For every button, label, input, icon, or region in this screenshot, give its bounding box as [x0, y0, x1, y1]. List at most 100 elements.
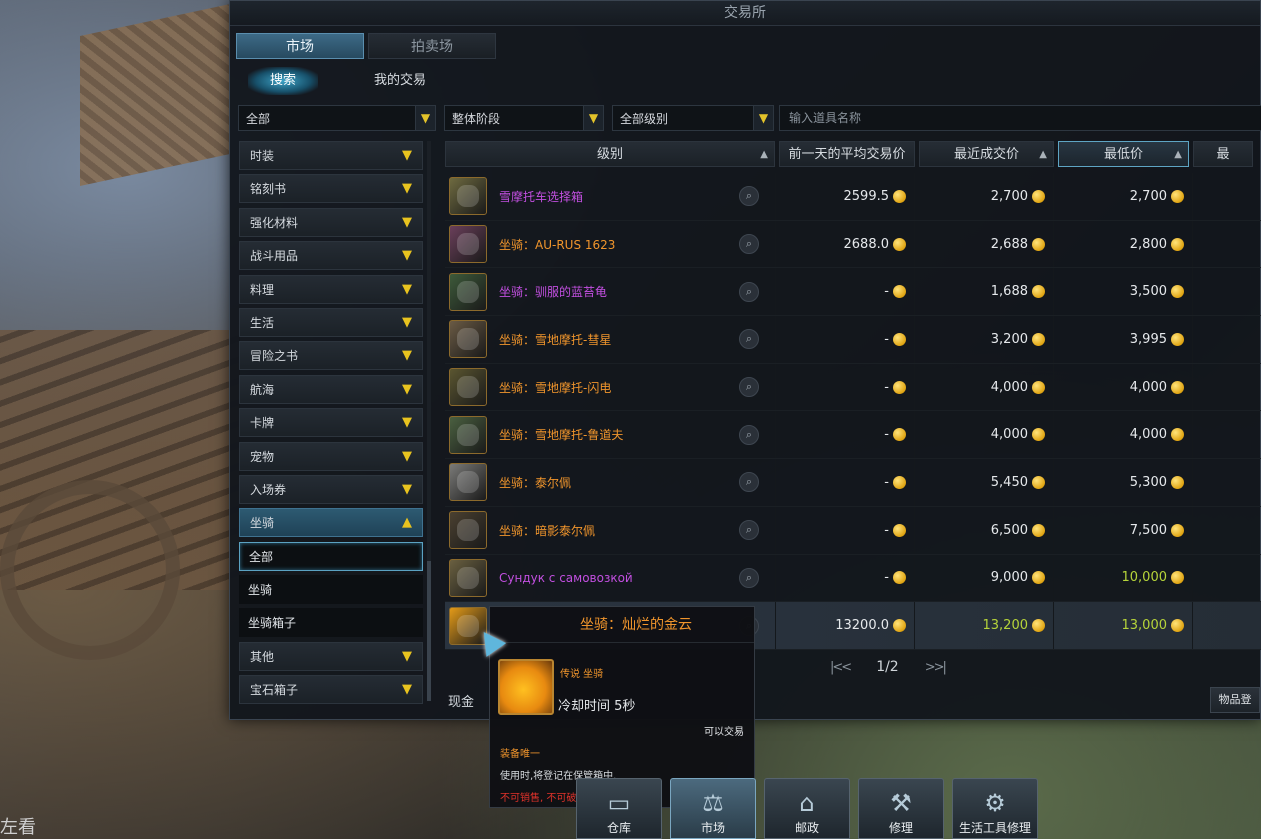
category-item[interactable]: 卡牌 ▼	[239, 408, 423, 438]
dock-button-anvil[interactable]: ⚒ 修理	[858, 778, 944, 839]
table-row[interactable]: Сундук с самовозкой ⌕ - 9,000 10,000	[445, 554, 1261, 603]
magnifier-icon[interactable]: ⌕	[739, 520, 759, 541]
header-recent-price[interactable]: 最近成交价 ▲	[919, 141, 1054, 167]
sort-arrow-icon: ▲	[1039, 149, 1047, 160]
dock-button-market[interactable]: ⚖ 市场	[670, 778, 756, 839]
magnifier-icon[interactable]: ⌕	[739, 567, 759, 588]
avg-price-cell: 2599.5	[775, 173, 914, 220]
category-item[interactable]: 强化材料 ▼	[239, 207, 423, 237]
category-dropdown-value: 全部	[246, 111, 271, 126]
category-item[interactable]: 其他 ▼	[239, 641, 423, 671]
category-item[interactable]: 铭刻书 ▼	[239, 174, 423, 204]
item-cell: 坐骑：驯服的蓝苔龟 ⌕	[445, 268, 775, 315]
category-item[interactable]: 入场券 ▼	[239, 474, 423, 504]
recent-price-cell: 4,000	[914, 363, 1053, 411]
item-thumbnail-icon	[449, 368, 487, 407]
lowest-price-cell-value: 2,700	[1129, 188, 1167, 204]
table-header: 级别 ▲ 前一天的平均交易价 最近成交价 ▲ 最低价 ▲ 最	[445, 141, 1261, 169]
tab-auction[interactable]: 拍卖场	[368, 33, 496, 59]
level-dropdown[interactable]: 全部级别 ▼	[612, 105, 774, 131]
category-item[interactable]: 战斗用品 ▼	[239, 241, 423, 271]
item-name: Сундук с самовозкой	[499, 570, 633, 585]
subcategory-item[interactable]: 坐骑箱子	[239, 608, 423, 638]
magnifier-icon[interactable]: ⌕	[739, 186, 759, 207]
next-page-button[interactable]: >>|	[925, 660, 947, 675]
header-grade-label: 级别	[596, 147, 623, 162]
table-row[interactable]: 坐骑：暗影泰尔佩 ⌕ - 6,500 7,500	[445, 506, 1261, 555]
last-cell	[1192, 173, 1261, 220]
lowest-price-cell: 5,300	[1053, 459, 1192, 506]
first-page-button[interactable]: |<<	[830, 660, 852, 675]
magnifier-icon[interactable]: ⌕	[739, 424, 759, 445]
category-item[interactable]: 航海 ▼	[239, 374, 423, 404]
subcategory-item[interactable]: 坐骑	[239, 575, 423, 605]
gold-coin-icon	[1171, 380, 1184, 394]
magnifier-icon[interactable]: ⌕	[739, 329, 759, 350]
gold-coin-icon	[1032, 189, 1045, 203]
avg-price-cell: -	[775, 459, 914, 506]
item-cell: 坐骑：AU-RUS 1623 ⌕	[445, 221, 775, 268]
dock-button-mail[interactable]: ⌂ 邮政	[764, 778, 850, 839]
recent-price-cell: 6,500	[914, 506, 1053, 554]
avg-price-cell-value: 2599.5	[843, 188, 890, 204]
last-cell	[1192, 459, 1261, 506]
table-row[interactable]: 雪摩托车选择箱 ⌕ 2599.5 2,700 2,700	[445, 173, 1261, 221]
item-name: 坐骑：雪地摩托-闪电	[499, 380, 612, 395]
category-label: 时装	[250, 149, 275, 163]
header-last[interactable]: 最	[1193, 141, 1253, 167]
dock-label: 修理	[888, 821, 913, 835]
category-item[interactable]: 料理 ▼	[239, 274, 423, 304]
category-item[interactable]: 宝石箱子 ▼	[239, 675, 423, 705]
recent-price-cell-value: 13,200	[982, 618, 1029, 634]
category-item[interactable]: 生活 ▼	[239, 307, 423, 337]
lowest-price-cell: 4,000	[1053, 411, 1192, 459]
category-item[interactable]: 冒险之书 ▼	[239, 341, 423, 371]
stage-dropdown[interactable]: 整体阶段 ▼	[444, 105, 604, 131]
scrollbar-thumb[interactable]	[427, 561, 431, 701]
table-row[interactable]: 坐骑：雪地摩托-闪电 ⌕ - 4,000 4,000	[445, 363, 1261, 412]
header-grade[interactable]: 级别 ▲	[445, 141, 775, 167]
lowest-price-cell-value: 3,995	[1129, 331, 1167, 347]
cash-label: 现金	[448, 695, 475, 710]
subtab-my-trades[interactable]: 我的交易	[352, 67, 448, 95]
item-search-input[interactable]: 输入道具名称	[779, 105, 1261, 131]
item-register-button[interactable]: 物品登	[1210, 687, 1260, 713]
table-row[interactable]: 坐骑：泰尔佩 ⌕ - 5,450 5,300	[445, 459, 1261, 507]
category-item[interactable]: 时装 ▼	[239, 141, 423, 170]
lowest-price-cell: 3,500	[1053, 268, 1192, 316]
gold-coin-icon	[1171, 285, 1184, 299]
magnifier-icon[interactable]: ⌕	[739, 234, 759, 255]
tab-market[interactable]: 市场	[236, 33, 364, 59]
magnifier-icon[interactable]: ⌕	[739, 472, 759, 493]
scene-wheel	[0, 480, 180, 660]
recent-price-cell: 3,200	[914, 316, 1053, 363]
table-row[interactable]: 坐骑：AU-RUS 1623 ⌕ 2688.0 2,688 2,800	[445, 220, 1261, 269]
subcategory-item[interactable]: 全部	[239, 541, 423, 571]
gold-coin-icon	[893, 237, 906, 251]
magnifier-icon[interactable]: ⌕	[739, 377, 759, 398]
category-scrollbar[interactable]	[427, 141, 431, 701]
header-avg-price[interactable]: 前一天的平均交易价	[779, 141, 915, 167]
subtab-search[interactable]: 搜索	[248, 67, 319, 95]
table-row[interactable]: 坐骑：驯服的蓝苔龟 ⌕ - 1,688 3,500	[445, 268, 1261, 317]
chevron-down-icon: ▼	[402, 448, 412, 464]
magnifier-icon[interactable]: ⌕	[739, 281, 759, 302]
main-tabs: 市场 拍卖场	[236, 33, 496, 59]
lowest-price-cell: 2,800	[1053, 220, 1192, 268]
category-item[interactable]: 宠物 ▼	[239, 441, 423, 471]
gold-coin-icon	[893, 523, 906, 537]
dock-button-warehouse[interactable]: ▭ 仓库	[576, 778, 662, 839]
table-row[interactable]: 坐骑：雪地摩托-彗星 ⌕ - 3,200 3,995	[445, 316, 1261, 364]
recent-price-cell: 4,000	[914, 411, 1053, 459]
recent-price-cell-value: 6,500	[990, 522, 1028, 538]
header-lowest-price[interactable]: 最低价 ▲	[1058, 141, 1189, 167]
last-cell	[1192, 268, 1261, 316]
dock-button-tool-repair[interactable]: ⚙ 生活工具修理	[952, 778, 1038, 839]
avg-price-cell-value: 13200.0	[835, 618, 889, 634]
gold-coin-icon	[1032, 380, 1045, 394]
table-row[interactable]: 坐骑：雪地摩托-鲁道夫 ⌕ - 4,000 4,000	[445, 411, 1261, 460]
category-item[interactable]: 坐骑 ▲	[239, 508, 423, 538]
category-dropdown[interactable]: 全部 ▼	[238, 105, 436, 131]
gold-coin-icon	[893, 285, 906, 299]
item-cell: 雪摩托车选择箱 ⌕	[445, 173, 775, 220]
